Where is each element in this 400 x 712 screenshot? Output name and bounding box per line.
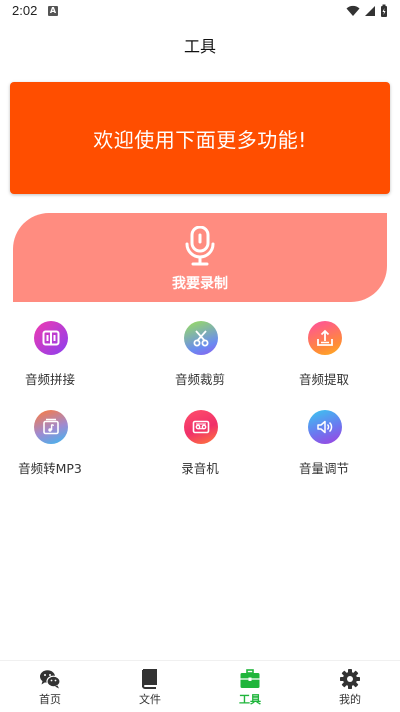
tool-recorder[interactable]: 录音机	[150, 409, 250, 479]
microphone-icon	[185, 226, 215, 266]
gear-icon	[340, 669, 360, 689]
wechat-icon	[40, 670, 61, 689]
tool-label: 音频裁剪	[174, 372, 225, 387]
tool-label: 录音机	[181, 461, 219, 476]
nav-label: 文件	[139, 693, 161, 706]
nav-label: 首页	[39, 693, 61, 706]
record-label: 我要录制	[172, 276, 228, 292]
toolbox-icon	[240, 669, 260, 688]
upload-icon	[308, 321, 342, 355]
status-time: 2:02	[12, 3, 38, 18]
battery-icon	[381, 4, 387, 17]
audio-merge-icon	[34, 321, 68, 355]
tool-audio-to-mp3[interactable]: 音频转MP3	[0, 409, 100, 479]
scissors-icon	[184, 321, 218, 355]
speaker-icon	[308, 410, 342, 444]
nav-files[interactable]: 文件	[100, 661, 200, 712]
tool-label: 音量调节	[298, 461, 349, 476]
music-note-icon	[34, 410, 68, 444]
nav-home[interactable]: 首页	[0, 661, 100, 712]
page-title: 工具	[183, 37, 216, 56]
nav-label: 我的	[339, 693, 361, 706]
status-bar: 2:02 A	[0, 0, 400, 24]
notification-icon: A	[48, 6, 58, 16]
tape-recorder-icon	[184, 410, 218, 444]
signal-icon	[365, 6, 375, 16]
tool-audio-extract[interactable]: 音频提取	[274, 320, 374, 390]
tool-volume-adjust[interactable]: 音量调节	[274, 409, 374, 479]
welcome-banner[interactable]: 欢迎使用下面更多功能!	[10, 82, 390, 194]
welcome-text: 欢迎使用下面更多功能!	[93, 127, 307, 152]
tool-label: 音频转MP3	[18, 461, 82, 476]
tool-label: 音频提取	[298, 372, 349, 387]
tool-audio-cut[interactable]: 音频裁剪	[150, 320, 250, 390]
bottom-nav: 首页 文件 工具 我的	[0, 660, 400, 712]
nav-profile[interactable]: 我的	[300, 661, 400, 712]
wifi-icon	[346, 5, 360, 16]
tool-audio-merge[interactable]: 音频拼接	[0, 320, 100, 390]
nav-label: 工具	[239, 693, 261, 706]
tool-label: 音频拼接	[24, 372, 75, 387]
status-icons	[346, 4, 388, 18]
book-icon	[142, 669, 157, 689]
nav-tools[interactable]: 工具	[200, 661, 300, 712]
record-button[interactable]: 我要录制	[13, 213, 387, 302]
